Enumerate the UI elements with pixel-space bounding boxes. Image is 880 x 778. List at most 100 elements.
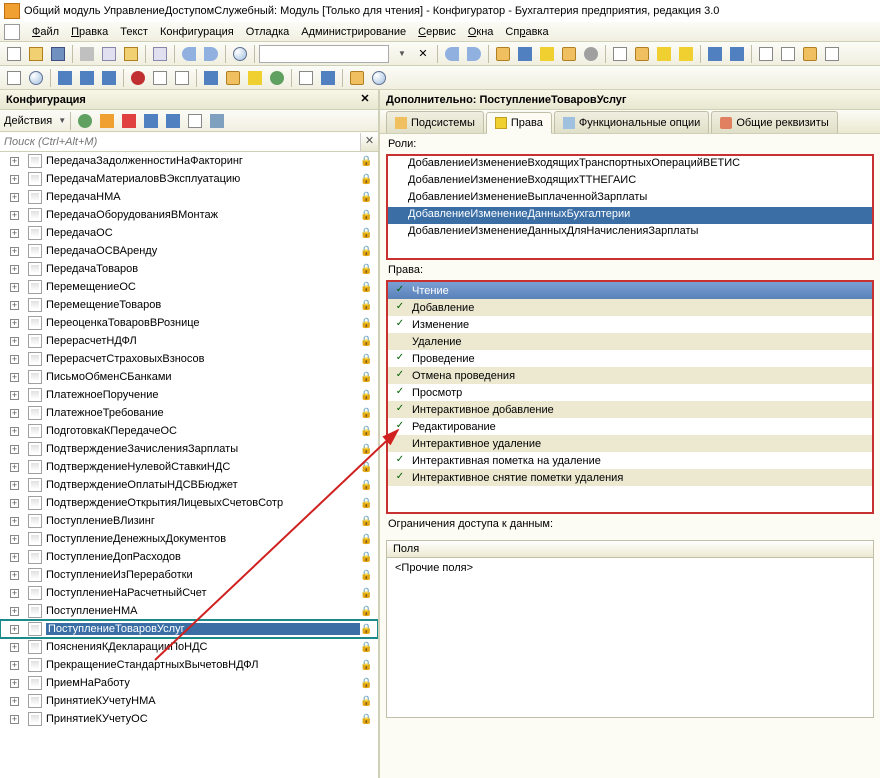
- tb-search-input[interactable]: [259, 45, 389, 63]
- expand-icon[interactable]: +: [10, 427, 19, 436]
- tb2-d[interactable]: [77, 68, 97, 88]
- tb2-g[interactable]: [172, 68, 192, 88]
- expand-icon[interactable]: +: [10, 211, 19, 220]
- tree-item[interactable]: +ПоясненияКДекларацииПоНДС: [0, 638, 378, 656]
- expand-icon[interactable]: +: [10, 319, 19, 328]
- expand-icon[interactable]: +: [10, 337, 19, 346]
- tb-print[interactable]: [150, 44, 170, 64]
- tb2-a[interactable]: [4, 68, 24, 88]
- tb2-f[interactable]: [150, 68, 170, 88]
- tree-item[interactable]: +ПодтверждениеОткрытияЛицевыхСчетовСотр: [0, 494, 378, 512]
- tb-a5[interactable]: [581, 44, 601, 64]
- tab-subsystems[interactable]: Подсистемы: [386, 111, 484, 133]
- expand-icon[interactable]: +: [10, 499, 19, 508]
- expand-icon[interactable]: +: [10, 661, 19, 670]
- tb-save[interactable]: [48, 44, 68, 64]
- tree-item[interactable]: +ПоступлениеВЛизинг: [0, 512, 378, 530]
- menu-edit[interactable]: Правка: [65, 24, 114, 40]
- tb-b1[interactable]: [610, 44, 630, 64]
- expand-icon[interactable]: +: [10, 157, 19, 166]
- expand-icon[interactable]: +: [10, 571, 19, 580]
- tree-item[interactable]: +ПеремещениеТоваров: [0, 296, 378, 314]
- menu-help[interactable]: Справка: [499, 24, 554, 40]
- right-item[interactable]: ✓Просмотр: [388, 384, 872, 401]
- tb2-h[interactable]: [201, 68, 221, 88]
- tb-nav-fwd[interactable]: [464, 44, 484, 64]
- tab-functional[interactable]: Функциональные опции: [554, 111, 709, 133]
- menu-config[interactable]: Конфигурация: [154, 24, 240, 40]
- expand-icon[interactable]: +: [10, 589, 19, 598]
- tb-d1[interactable]: [756, 44, 776, 64]
- tree-item[interactable]: +ПринятиеКУчетуОС: [0, 710, 378, 728]
- expand-icon[interactable]: +: [10, 355, 19, 364]
- act-down[interactable]: [163, 111, 183, 131]
- tb-copy[interactable]: [99, 44, 119, 64]
- expand-icon[interactable]: +: [10, 445, 19, 454]
- tree-item[interactable]: +ПлатежноеПоручение: [0, 386, 378, 404]
- tb2-k[interactable]: [267, 68, 287, 88]
- menu-windows[interactable]: Окна: [462, 24, 500, 40]
- tb-redo[interactable]: [201, 44, 221, 64]
- tree-item[interactable]: +ПоступлениеДенежныхДокументов: [0, 530, 378, 548]
- tb2-breakpoint[interactable]: [128, 68, 148, 88]
- tb-nav-back[interactable]: [442, 44, 462, 64]
- expand-icon[interactable]: +: [10, 607, 19, 616]
- tree-item[interactable]: +ПрекращениеСтандартныхВычетовНДФЛ: [0, 656, 378, 674]
- expand-icon[interactable]: +: [10, 697, 19, 706]
- expand-icon[interactable]: +: [10, 679, 19, 688]
- role-item[interactable]: ДобавлениеИзменениеДанныхБухгалтерии: [388, 207, 872, 224]
- checkbox-icon[interactable]: ✓: [394, 285, 406, 297]
- tree-item[interactable]: +ПодготовкаКПередачеОС: [0, 422, 378, 440]
- right-item[interactable]: ✓Интерактивное снятие пометки удаления: [388, 469, 872, 486]
- tree-item[interactable]: +ПередачаОСВАренду: [0, 242, 378, 260]
- tb-b3[interactable]: [654, 44, 674, 64]
- tb-c2[interactable]: [727, 44, 747, 64]
- tab-rights[interactable]: Права: [486, 112, 552, 134]
- tb-undo[interactable]: [179, 44, 199, 64]
- expand-icon[interactable]: +: [10, 229, 19, 238]
- right-item[interactable]: ✓Изменение: [388, 316, 872, 333]
- actions-label[interactable]: Действия: [4, 115, 52, 127]
- expand-icon[interactable]: +: [10, 625, 19, 634]
- role-item[interactable]: ДобавлениеИзменениеВходящихТТНЕГАИС: [388, 173, 872, 190]
- rights-listbox[interactable]: ✓Чтение✓Добавление✓ИзменениеУдаление✓Про…: [386, 280, 874, 514]
- config-search-input[interactable]: [0, 133, 360, 151]
- actions-dropdown-icon[interactable]: ▼: [58, 116, 66, 125]
- tb-a1[interactable]: [493, 44, 513, 64]
- tb2-j[interactable]: [245, 68, 265, 88]
- tree-item[interactable]: +ПисьмоОбменСБанками: [0, 368, 378, 386]
- menu-service[interactable]: Сервис: [412, 24, 462, 40]
- checkbox-icon[interactable]: ✓: [394, 387, 406, 399]
- right-item[interactable]: ✓Интерактивное добавление: [388, 401, 872, 418]
- tb2-m[interactable]: [318, 68, 338, 88]
- config-tree[interactable]: +ПередачаЗадолженностиНаФакторинг+Переда…: [0, 152, 378, 778]
- tb-a4[interactable]: [559, 44, 579, 64]
- role-item[interactable]: ДобавлениеИзменениеВыплаченнойЗарплаты: [388, 190, 872, 207]
- tb2-i[interactable]: [223, 68, 243, 88]
- tab-common[interactable]: Общие реквизиты: [711, 111, 837, 133]
- expand-icon[interactable]: +: [10, 301, 19, 310]
- expand-icon[interactable]: +: [10, 265, 19, 274]
- tb-a3[interactable]: [537, 44, 557, 64]
- checkbox-icon[interactable]: ✓: [394, 455, 406, 467]
- config-search-clear[interactable]: ✕: [360, 133, 378, 151]
- checkbox-icon[interactable]: ✓: [394, 302, 406, 314]
- tb2-n[interactable]: [347, 68, 367, 88]
- expand-icon[interactable]: +: [10, 553, 19, 562]
- act-sort[interactable]: [185, 111, 205, 131]
- expand-icon[interactable]: +: [10, 247, 19, 256]
- act-up[interactable]: [141, 111, 161, 131]
- tree-item[interactable]: +ПринятиеКУчетуНМА: [0, 692, 378, 710]
- constraints-column-header[interactable]: Поля: [386, 540, 874, 558]
- tree-item[interactable]: +ПередачаНМА: [0, 188, 378, 206]
- tb-new[interactable]: [4, 44, 24, 64]
- tree-item[interactable]: +ПереоценкаТоваровВРознице: [0, 314, 378, 332]
- right-item[interactable]: ✓Проведение: [388, 350, 872, 367]
- checkbox-icon[interactable]: [394, 336, 406, 348]
- menu-admin[interactable]: Администрирование: [295, 24, 412, 40]
- tb-a2[interactable]: [515, 44, 535, 64]
- expand-icon[interactable]: +: [10, 535, 19, 544]
- tree-item[interactable]: +ПоступлениеДопРасходов: [0, 548, 378, 566]
- tb2-e[interactable]: [99, 68, 119, 88]
- constraints-body[interactable]: <Прочие поля>: [386, 558, 874, 718]
